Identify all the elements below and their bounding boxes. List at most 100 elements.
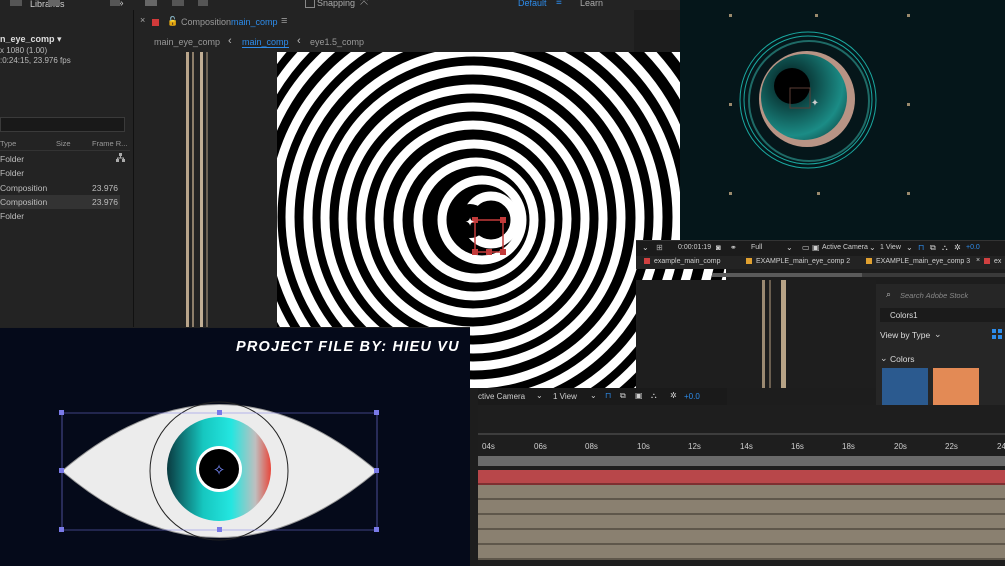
chevron-down-icon[interactable]: ⌄ bbox=[880, 353, 888, 364]
region-icon[interactable]: ▭ bbox=[802, 243, 810, 252]
project-panel: n_eye_comp ▾ x 1080 (1.00) :0:24:15, 23.… bbox=[0, 10, 134, 328]
column-frame-rate[interactable]: Frame R... bbox=[92, 139, 127, 148]
tab-color-chip bbox=[746, 258, 752, 265]
chevron-down-icon[interactable]: ⌄ bbox=[590, 391, 597, 400]
snapshot-icon[interactable]: ◙ bbox=[716, 243, 721, 252]
crumb-eye1-5-comp[interactable]: eye1.5_comp bbox=[310, 37, 364, 47]
grid-view-icon[interactable] bbox=[992, 329, 1002, 339]
chevron-down-icon[interactable]: ⌄ bbox=[786, 243, 793, 252]
tab-color-chip bbox=[984, 258, 990, 265]
column-size[interactable]: Size bbox=[56, 139, 71, 148]
chevron-down-icon[interactable]: ⌄ bbox=[642, 243, 649, 252]
timeline-layer[interactable] bbox=[478, 545, 1005, 560]
exposure-value[interactable]: +0.0 bbox=[966, 244, 980, 251]
timecode[interactable]: 0:00:01:19 bbox=[678, 244, 711, 251]
chevron-down-icon[interactable]: ⌄ bbox=[906, 243, 913, 252]
chevron-down-icon[interactable]: ⌄ bbox=[536, 391, 543, 400]
project-row[interactable]: Folder bbox=[0, 166, 120, 180]
crumb-main-comp[interactable]: main_comp bbox=[242, 37, 289, 48]
pen-tool-icon[interactable] bbox=[110, 0, 120, 6]
brush-tool-icon[interactable] bbox=[145, 0, 157, 6]
view-layout-dropdown[interactable]: 1 View bbox=[880, 244, 901, 251]
timeline-layer[interactable] bbox=[478, 485, 1005, 500]
project-row[interactable]: Folder bbox=[0, 152, 120, 166]
tab-label: example_main_comp bbox=[654, 258, 721, 265]
flowchart-icon[interactable]: ⛬ bbox=[942, 243, 948, 253]
timeline-layer[interactable] bbox=[478, 500, 1005, 515]
workspace-default[interactable]: Default bbox=[518, 0, 547, 8]
eye-illustration: ✧ bbox=[59, 401, 379, 541]
transparency-grid-icon[interactable]: ▣ bbox=[635, 391, 643, 400]
show-snapshot-icon[interactable]: ⚭ bbox=[730, 243, 737, 252]
project-row[interactable]: Composition 23.976 bbox=[0, 195, 120, 209]
tool-icon[interactable] bbox=[10, 0, 22, 6]
project-row[interactable]: Composition 23.976 bbox=[0, 181, 120, 195]
color-swatch[interactable] bbox=[933, 368, 979, 405]
timeline-layer[interactable] bbox=[478, 515, 1005, 530]
time-navigator-bar[interactable] bbox=[712, 273, 862, 277]
timeline-tab[interactable]: ex bbox=[984, 258, 1001, 265]
viewer-toolbar: ctive Camera ⌄ 1 View ⌄ ⊓ ⧉ ▣ ⛬ ✲ +0.0 bbox=[478, 388, 727, 405]
fast-preview-icon[interactable]: ⧉ bbox=[930, 243, 936, 253]
project-search-input[interactable] bbox=[0, 117, 125, 132]
timeline-tab[interactable]: EXAMPLE_main_eye_comp 3 bbox=[866, 258, 970, 265]
timeline-layer-selected[interactable] bbox=[478, 470, 1005, 485]
svg-text:✦: ✦ bbox=[465, 215, 475, 229]
resolution-dropdown[interactable]: Full bbox=[751, 244, 762, 251]
crumb-main-eye-comp[interactable]: main_eye_comp bbox=[154, 37, 220, 47]
exposure-reset-icon[interactable]: ✲ bbox=[954, 243, 961, 252]
color-swatch[interactable] bbox=[882, 368, 928, 405]
exposure-value[interactable]: +0.0 bbox=[684, 392, 700, 401]
toggle-pixel-aspect-icon[interactable]: ⊓ bbox=[918, 243, 924, 252]
tab-label: EXAMPLE_main_eye_comp 2 bbox=[756, 258, 851, 265]
exposure-reset-icon[interactable]: ✲ bbox=[670, 391, 677, 400]
toggle-pixel-aspect-icon[interactable]: ⊓ bbox=[605, 391, 611, 400]
composition-tab[interactable]: × 🔓 Composition main_comp ≡ bbox=[134, 13, 634, 29]
workspace-learn[interactable]: Learn bbox=[580, 0, 603, 8]
chevron-down-icon[interactable]: ⌄ bbox=[869, 243, 876, 252]
snap-options-icon[interactable]: ⤧ bbox=[360, 0, 368, 8]
timeline-tab[interactable]: EXAMPLE_main_eye_comp 2 bbox=[746, 258, 850, 265]
snapping-checkbox[interactable] bbox=[305, 0, 315, 8]
time-ruler[interactable]: 04s 06s 08s 10s 12s 14s 16s 18s 20s 22s … bbox=[478, 405, 1005, 451]
flowchart-icon[interactable]: ⛬ bbox=[651, 391, 657, 401]
comp-name[interactable]: n_eye_comp ▾ bbox=[0, 34, 62, 45]
time-navigator[interactable] bbox=[712, 273, 1005, 277]
ruler-tick: 20s bbox=[894, 442, 907, 451]
ruler-tick: 12s bbox=[688, 442, 701, 451]
timeline-layer[interactable] bbox=[478, 530, 1005, 545]
view-by-dropdown[interactable]: View by Type bbox=[880, 330, 930, 340]
crumb-separator: ‹ bbox=[228, 35, 232, 47]
colors-section-label[interactable]: Colors bbox=[890, 354, 915, 364]
grid-icon[interactable]: ⊞ bbox=[656, 243, 663, 252]
work-area-bar[interactable] bbox=[478, 456, 1005, 466]
lock-icon[interactable]: 🔓 bbox=[167, 16, 178, 27]
fast-preview-icon[interactable]: ⧉ bbox=[620, 391, 626, 401]
library-dropdown[interactable]: Colors1 bbox=[880, 308, 1005, 322]
timeline-tab[interactable]: example_main_comp bbox=[644, 258, 721, 265]
workspace-menu-icon[interactable]: ≡ bbox=[556, 0, 562, 8]
libraries-panel: ⌕ Search Adobe Stock Colors1 View by Typ… bbox=[876, 284, 1005, 405]
project-row[interactable]: Folder bbox=[0, 209, 120, 223]
chevron-down-icon[interactable]: ⌄ bbox=[934, 329, 942, 340]
camera-dropdown[interactable]: ctive Camera bbox=[478, 392, 525, 401]
layer-strip bbox=[186, 52, 189, 328]
panel-menu-icon[interactable]: ≡ bbox=[281, 15, 287, 27]
tab-color-chip bbox=[866, 258, 872, 265]
svg-text:✦: ✦ bbox=[811, 98, 819, 109]
close-icon[interactable]: × bbox=[140, 15, 145, 25]
rectangle-tool-icon[interactable] bbox=[48, 0, 60, 6]
layer-strip bbox=[206, 52, 208, 328]
row-type: Composition bbox=[0, 197, 48, 207]
library-name: Colors1 bbox=[890, 311, 918, 320]
transparency-grid-icon[interactable]: ▣ bbox=[812, 243, 820, 252]
comp-resolution: x 1080 (1.00) bbox=[0, 46, 48, 55]
stock-search[interactable]: ⌕ Search Adobe Stock bbox=[880, 286, 1005, 302]
snapping-label: Snapping bbox=[317, 0, 356, 8]
puppet-tool-icon[interactable] bbox=[172, 0, 184, 6]
camera-dropdown[interactable]: Active Camera bbox=[822, 244, 868, 251]
pin-tool-icon[interactable] bbox=[198, 0, 208, 6]
column-type[interactable]: Type bbox=[0, 139, 16, 148]
view-layout-dropdown[interactable]: 1 View bbox=[553, 392, 577, 401]
close-icon[interactable]: × bbox=[976, 257, 980, 264]
